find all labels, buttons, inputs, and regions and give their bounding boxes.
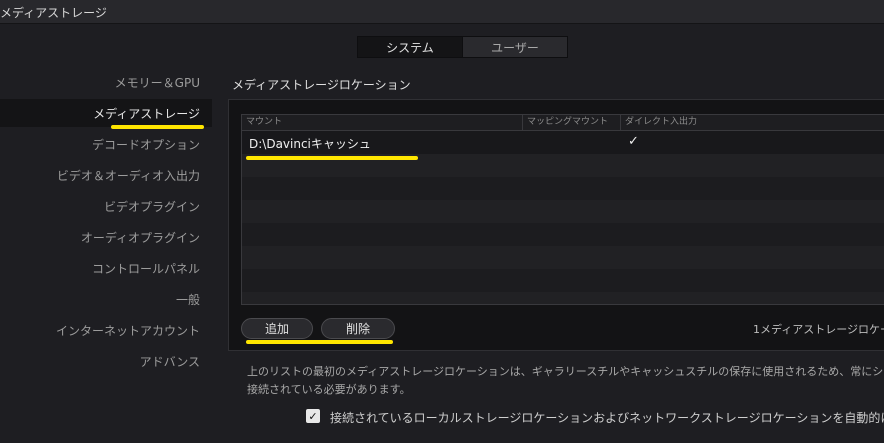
highlight-underline-mount [246,156,418,160]
description-text: 上のリストの最初のメディアストレージロケーションは、ギャラリースチルやキャッシュ… [247,363,884,399]
table-row-empty [242,269,884,292]
table-header: マウント マッピングマウント ダイレクト入出力 [242,115,884,131]
direct-io-check-icon: ✓ [628,134,639,149]
sidebar-item-audio-plugins[interactable]: オーディオプラグイン [0,223,212,251]
add-location-button[interactable]: 追加 [241,318,313,339]
auto-display-label[interactable]: 接続されているローカルストレージロケーションおよびネットワークストレージロケーシ… [330,409,884,426]
sidebar-item-memory-gpu[interactable]: メモリー＆GPU [0,68,212,96]
auto-display-checkbox[interactable]: ✓ [306,409,320,423]
location-count: 1メディアストレージロケーション [753,323,884,336]
tab-system[interactable]: システム [358,37,463,57]
sidebar-item-advanced[interactable]: アドバンス [0,347,212,375]
column-header-mapped-mount[interactable]: マッピングマウント [523,115,621,130]
window-title: メディアストレージ [0,6,107,20]
sidebar-item-video-plugins[interactable]: ビデオプラグイン [0,192,212,220]
remove-location-button[interactable]: 削除 [321,318,395,339]
storage-locations-table: マウント マッピングマウント ダイレクト入出力 D:\Davinciキャッシュ … [241,114,884,305]
column-header-direct-io[interactable]: ダイレクト入出力 [621,115,884,130]
mount-path-cell: D:\Davinciキャッシュ [249,137,371,151]
table-row-empty [242,177,884,200]
table-row-empty [242,200,884,223]
table-row-empty [242,223,884,246]
highlight-underline-sidebar [111,125,204,129]
highlight-underline-buttons [246,340,393,344]
tab-user[interactable]: ユーザー [463,37,567,57]
description-line-2: 接続されている必要があります。 [247,383,411,396]
column-header-mount[interactable]: マウント [242,115,523,130]
sidebar-item-control-panels[interactable]: コントロールパネル [0,254,212,282]
system-user-tabs: システム ユーザー [357,36,568,58]
section-title: メディアストレージロケーション [232,78,411,92]
sidebar-item-video-audio-io[interactable]: ビデオ＆オーディオ入出力 [0,161,212,189]
title-bar: メディアストレージ [0,0,884,24]
sidebar-item-general[interactable]: 一般 [0,285,212,313]
description-line-1: 上のリストの最初のメディアストレージロケーションは、ギャラリースチルやキャッシュ… [247,365,884,378]
table-row-empty [242,292,884,304]
table-row[interactable]: D:\Davinciキャッシュ ✓ [242,131,884,154]
sidebar-item-decode-options[interactable]: デコードオプション [0,130,212,158]
sidebar-item-internet-accounts[interactable]: インターネットアカウント [0,316,212,344]
table-row-empty [242,246,884,269]
preferences-window: メディアストレージ システム ユーザー メモリー＆GPU メディアストレージ デ… [0,0,884,443]
sidebar-item-media-storage[interactable]: メディアストレージ [0,99,212,127]
